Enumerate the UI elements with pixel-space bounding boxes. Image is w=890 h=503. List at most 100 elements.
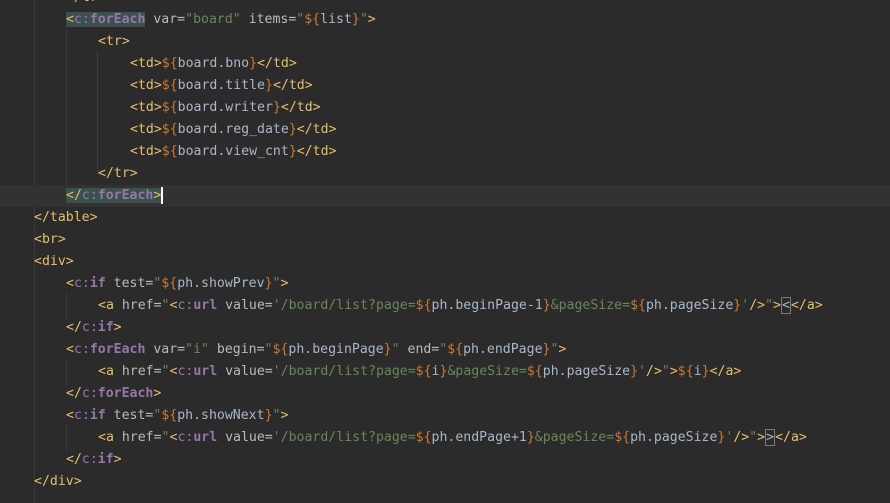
code-token: &pageSize= [550, 298, 631, 313]
text-caret [161, 186, 163, 204]
code-line[interactable]: <a href="<c:url value='/board/list?page=… [0, 427, 890, 449]
code-token: c: [81, 188, 98, 203]
code-line[interactable]: </c:forEach> [0, 383, 890, 405]
code-token: url [193, 364, 218, 379]
code-token: </a> [775, 430, 807, 445]
code-token: > [153, 188, 162, 203]
code-token: ${ [161, 276, 178, 291]
code-line[interactable]: </table> [0, 207, 890, 229]
code-line-text: </c:forEach> [66, 185, 163, 207]
code-token: > [280, 408, 289, 423]
code-token: ${ [161, 408, 178, 423]
code-token: url [193, 298, 218, 313]
code-token: c: [177, 430, 194, 445]
code-line[interactable]: </div> [0, 471, 890, 493]
code-token: </td> [272, 78, 313, 93]
code-token: list [320, 12, 352, 27]
code-line-text: <div> [34, 251, 74, 273]
code-token: ph.endPage+1 [431, 430, 527, 445]
code-token: forEach [89, 342, 146, 357]
code-token: ${ [630, 298, 646, 313]
code-token: } [264, 408, 273, 423]
code-line[interactable]: <div> [0, 251, 890, 273]
code-token: &pageSize= [534, 430, 615, 445]
code-line[interactable]: <c:if test="${ph.showNext}"> [0, 405, 890, 427]
code-token: forEach [97, 386, 154, 401]
code-token: } [288, 122, 297, 137]
code-token: <tr> [98, 34, 130, 49]
code-line-text: <a href="<c:url value='/board/list?page=… [98, 295, 823, 317]
code-token: c: [73, 276, 90, 291]
code-line[interactable]: <c:forEach var="i" begin="${ph.beginPage… [0, 339, 890, 361]
code-token: </ [66, 452, 82, 467]
code-token: <td> [130, 100, 162, 115]
code-line[interactable]: <td>${board.view_cnt}</td> [0, 141, 890, 163]
code-token: <td> [130, 78, 162, 93]
code-token: </table> [34, 210, 98, 225]
code-token: </a> [709, 364, 742, 379]
code-token: if [89, 276, 106, 291]
code-token: /> [646, 364, 662, 379]
code-token: ${ [272, 342, 289, 357]
code-token: items= [240, 12, 297, 27]
code-token: ${ [614, 430, 631, 445]
code-line[interactable]: </c:forEach> [0, 185, 890, 207]
code-line-text: <td>${board.bno}</td> [130, 53, 297, 75]
code-token: '/board/list?page= [272, 430, 416, 445]
code-token: <a [98, 430, 114, 445]
code-line[interactable]: <br> [0, 229, 890, 251]
code-line[interactable]: </c:if> [0, 317, 890, 339]
code-line-text: <c:if test="${ph.showPrev}"> [66, 273, 288, 295]
code-token: value= [217, 430, 273, 445]
code-token: } [264, 276, 273, 291]
code-line-text: <a href="<c:url value='/board/list?page=… [98, 427, 807, 449]
code-line-text: </c:if> [66, 317, 122, 339]
code-line-text: <td>${board.reg_date}</td> [130, 119, 336, 141]
code-token: i [431, 364, 440, 379]
code-token: "i" [185, 342, 209, 357]
code-token: url [193, 430, 218, 445]
code-token: c: [73, 408, 90, 423]
code-token: " [661, 364, 670, 379]
code-line-text: </div> [34, 471, 82, 493]
code-token: board.view_cnt [177, 144, 289, 159]
code-token: } [383, 342, 392, 357]
code-token: if [97, 452, 114, 467]
code-token: " [359, 12, 368, 27]
code-token: ph.showNext [177, 408, 265, 423]
code-token: > [558, 342, 567, 357]
code-token: end= [399, 342, 440, 357]
code-token: c: [81, 320, 98, 335]
code-token: } [249, 56, 258, 71]
code-token: <td> [130, 56, 162, 71]
code-token: c: [81, 452, 98, 467]
code-token: i [693, 364, 702, 379]
code-token: ph.showPrev [177, 276, 265, 291]
code-line[interactable]: <c:forEach var="board" items="${list}"> [0, 9, 890, 31]
code-line[interactable]: <td>${board.reg_date}</td> [0, 119, 890, 141]
code-token: /> [733, 430, 750, 445]
code-token: ${ [526, 364, 543, 379]
code-token: > [113, 452, 122, 467]
code-line[interactable]: <c:if test="${ph.showPrev}"> [0, 273, 890, 295]
code-token: </ [66, 386, 82, 401]
code-token: <div> [34, 254, 74, 269]
code-line[interactable]: </c:if> [0, 449, 890, 471]
code-line[interactable]: </tr> [0, 0, 890, 9]
code-token: value= [217, 364, 273, 379]
code-line[interactable]: <a href="<c:url value='/board/list?page=… [0, 295, 890, 317]
code-editor[interactable]: </tr><c:forEach var="board" items="${lis… [0, 0, 890, 503]
code-line[interactable]: <td>${board.writer}</td> [0, 97, 890, 119]
code-line[interactable]: <tr> [0, 31, 890, 53]
code-token: > [367, 12, 376, 27]
code-line[interactable]: <a href="<c:url value='/board/list?page=… [0, 361, 890, 383]
code-line-text: <a href="<c:url value='/board/list?page=… [98, 361, 741, 383]
code-token: <a [98, 298, 114, 313]
code-token: begin= [208, 342, 265, 357]
code-line-text: </c:forEach> [66, 383, 161, 405]
code-line[interactable]: <td>${board.title}</td> [0, 75, 890, 97]
code-line[interactable]: <td>${board.bno}</td> [0, 53, 890, 75]
code-token: c: [177, 364, 194, 379]
code-token: href= [113, 430, 162, 445]
code-line[interactable]: </tr> [0, 163, 890, 185]
